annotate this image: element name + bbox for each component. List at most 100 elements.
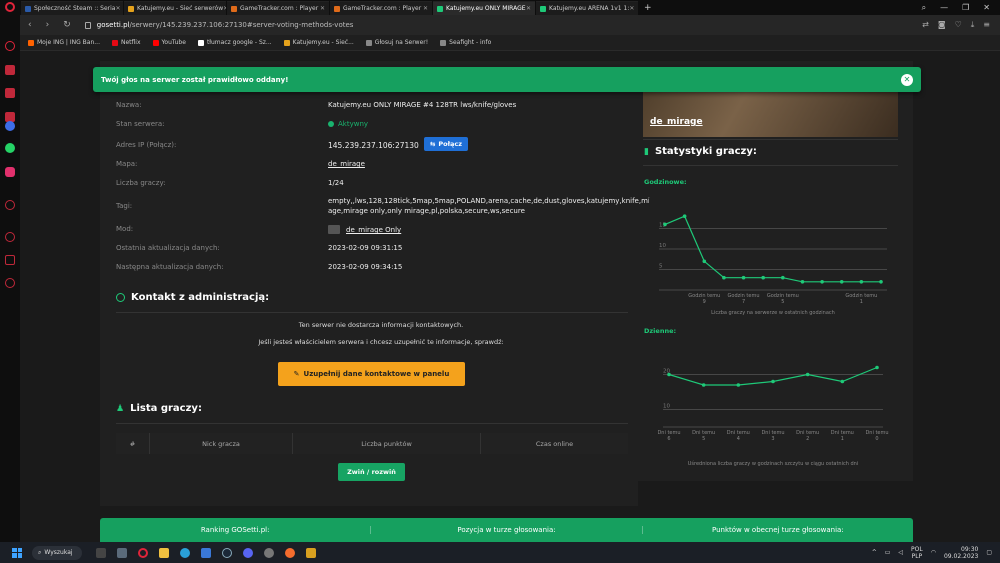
lock-icon[interactable] [84,21,91,29]
data-point [761,275,765,280]
vote-success-toast: Twój głos na serwer został prawidłowo od… [93,67,921,92]
download-icon[interactable]: ⤓ [971,20,975,30]
reload-icon[interactable]: ↻ [63,20,71,30]
x-tick-label: 6 [667,436,670,442]
daily-chart: 10 20 Dni temu 6 Dni temu 5 Dni temu 4 Dni temu 3… [649,347,897,447]
explorer-icon[interactable] [159,547,169,558]
messenger-icon[interactable] [5,121,15,131]
bookmark-item[interactable]: Seafight - info [440,39,491,46]
close-window-icon[interactable]: ✕ [983,3,990,12]
close-tab-icon[interactable]: ✕ [223,5,226,12]
shopping-icon[interactable] [5,65,15,75]
close-tab-icon[interactable]: ✕ [629,5,634,12]
mod-icon [328,225,340,234]
x-tick-label: 5 [702,436,705,442]
close-tab-icon[interactable]: ✕ [320,5,325,12]
position-label: Pozycja w turze głosowania: [371,526,643,534]
start-icon[interactable] [12,547,22,558]
data-point [859,280,864,284]
speaker-icon[interactable]: ◁ [898,549,903,556]
origin-icon[interactable] [285,547,295,558]
restore-icon[interactable]: ❐ [962,3,969,12]
close-tab-icon[interactable]: ✕ [115,5,120,12]
map-name-link[interactable]: de_mirage [650,117,703,127]
network-icon[interactable]: ▭ [885,549,891,556]
task-view-icon[interactable] [96,547,106,558]
opera-taskbar-icon[interactable] [138,547,148,558]
settings-icon[interactable] [5,278,15,288]
new-tab-icon[interactable]: + [644,3,652,13]
divider [643,139,898,140]
bookmark-favicon-icon [112,39,118,46]
hourly-chart: 5 10 15 Godzin temu 9 Godzin temu 7 Godzin temu… [649,198,897,305]
daily-chart-svg: 1020Dni temu6Dni temu5Dni temu4Dni temu3… [657,365,889,442]
bookmark-item[interactable]: Głosuj na Serwer! [365,39,428,46]
camera-icon[interactable]: ◙ [938,20,946,30]
bookmark-favicon-icon [283,39,290,46]
player-icon[interactable] [5,200,15,210]
csgo-icon[interactable] [306,547,316,558]
close-toast-icon[interactable]: ✕ [901,74,913,86]
wifi-icon[interactable]: ◠ [931,549,936,556]
bookmark-item[interactable]: Moje ING | ING Ban... [28,39,100,46]
contact-info-text: Ten serwer nie dostarcza informacji kont… [298,321,464,329]
bookmark-item[interactable]: Katujemy.eu - Sieć... [283,39,354,46]
chevron-up-icon[interactable]: ^ [872,549,877,556]
bookmark-item[interactable]: Netflix [112,39,141,46]
opera-logo-icon[interactable] [5,2,15,12]
mod-link[interactable]: de_mirage Only [346,226,401,234]
whatsapp-icon[interactable] [5,143,15,153]
translate-icon[interactable]: ⇄ [922,20,929,30]
x-tick-label: 1 [860,299,863,303]
url-field[interactable]: gosetti.pl/serwery/145.239.237.106:27130… [97,21,354,29]
app-icon[interactable] [264,547,274,558]
y-tick-label: 10 [663,404,670,410]
status-dot-icon [328,121,334,127]
extensions-icon[interactable] [5,255,15,265]
hourly-label: Godzinowe: [644,178,687,186]
connect-button[interactable]: ⇆ Połącz [424,137,468,151]
ranking-bar: Ranking GOSetti.pl: Pozycja w turze głos… [100,518,913,542]
calculator-icon[interactable] [117,547,127,558]
history-icon[interactable] [5,232,15,242]
browser-tab[interactable]: Społeczność Steam :: Seria ✕ [21,1,123,15]
easy-setup-icon[interactable]: ≡ [983,20,990,30]
complete-contact-button[interactable]: ✎ Uzupełnij dane kontaktowe w panelu [278,362,465,386]
back-icon[interactable]: ‹ [28,20,32,30]
map-link[interactable]: de_mirage [328,160,365,168]
game-icon[interactable] [5,88,15,98]
language-indicator[interactable]: POL PLP [911,546,923,560]
edge-icon[interactable] [180,547,190,558]
search-tabs-icon[interactable]: ⌕ [922,3,926,13]
data-point [701,383,706,387]
close-tab-icon[interactable]: ✕ [423,5,428,12]
y-tick-label: 10 [659,243,666,249]
clock[interactable]: 09:30 09.02.2023 [944,546,978,560]
browser-tab[interactable]: Katujemy.eu ARENA 1v1 1: ✕ [536,1,638,15]
bookmark-item[interactable]: YouTube [152,39,186,46]
tab-favicon-icon [540,5,546,12]
taskbar-search[interactable]: ⌕ Wyszukaj [32,545,82,560]
bookmark-favicon-icon [440,39,447,46]
browser-tab[interactable]: Katujemy.eu - Sieć serwerów✕ [124,1,226,15]
forward-icon[interactable]: › [46,20,50,30]
data-point [820,280,824,284]
instagram-icon[interactable] [5,167,15,177]
browser-tab[interactable]: Katujemy.eu ONLY MIRAGE ✕ [433,1,535,15]
steam-icon[interactable] [222,547,232,558]
close-tab-icon[interactable]: ✕ [526,5,531,12]
toggle-players-button[interactable]: Zwiń / rozwiń [338,463,405,481]
bookmark-favicon-icon [28,39,34,46]
opera-home-icon[interactable] [5,41,15,51]
bookmark-item[interactable]: tłumacz google - Sz... [197,39,272,46]
minimize-icon[interactable]: — [940,3,948,12]
discord-icon[interactable] [243,547,253,558]
tab-favicon-icon [128,5,134,12]
store-icon[interactable] [201,547,211,558]
browser-tab[interactable]: GameTracker.com : Player ✕ [330,1,432,15]
y-tick-label: 5 [659,264,663,270]
notifications-icon[interactable]: ▢ [986,549,992,556]
browser-tab[interactable]: GameTracker.com : Player ✕ [227,1,329,15]
bookmark-icon[interactable]: ♡ [955,20,962,30]
x-tick-label: 9 [703,299,706,303]
